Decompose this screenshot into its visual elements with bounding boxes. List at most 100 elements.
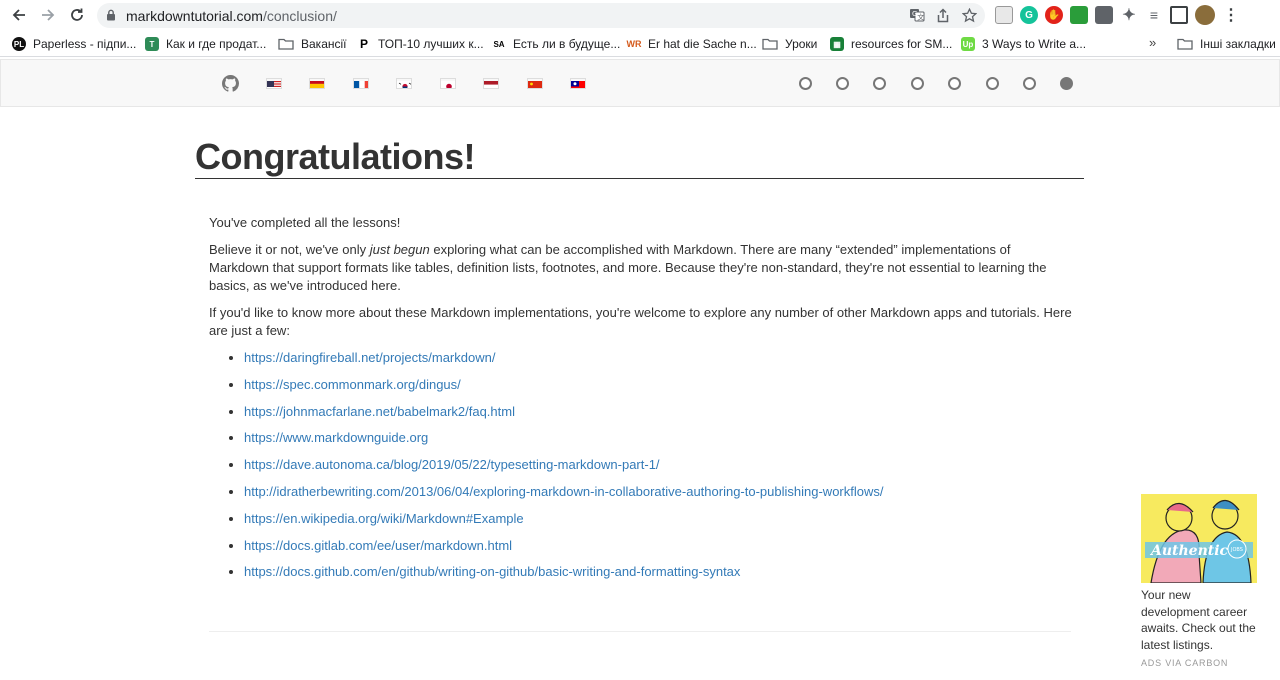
address-bar[interactable]: markdowntutorial.com/conclusion/ 文G [97,3,985,28]
link-autonoma[interactable]: https://dave.autonoma.ca/blog/2019/05/22… [244,457,660,472]
green-extension-icon[interactable] [1070,6,1088,24]
resource-links-list: https://daringfireball.net/projects/mark… [244,349,1074,581]
side-panel-icon[interactable] [1170,6,1188,24]
link-wikipedia[interactable]: https://en.wikipedia.org/wiki/Markdown#E… [244,511,524,526]
table-icon: T [145,37,159,51]
ad-image[interactable]: Authentic JOBS [1141,494,1257,583]
fr-flag-icon[interactable] [353,78,369,89]
nl-flag-icon[interactable] [483,78,499,89]
lesson-dot-5[interactable] [948,77,961,90]
lock-icon[interactable] [106,9,116,21]
cn-flag-icon[interactable] [527,78,543,89]
link-idratherbewriting[interactable]: http://idratherbewriting.com/2013/06/04/… [244,484,883,499]
list-item: https://dave.autonoma.ca/blog/2019/05/22… [244,456,1074,474]
lesson-dot-3[interactable] [873,77,886,90]
link-markdownguide[interactable]: https://www.markdownguide.org [244,430,428,445]
emphasis-text: just begun [369,242,430,257]
tw-flag-icon[interactable] [570,78,586,89]
p-icon: P [357,37,371,51]
list-item: https://docs.gitlab.com/ee/user/markdown… [244,537,1074,555]
bookmark-er-hat[interactable]: WR Er hat die Sache n... [627,35,757,53]
carbon-ad[interactable]: Authentic JOBS Your new development care… [1141,494,1261,668]
reading-list-icon[interactable]: ≡ [1145,6,1163,24]
bookmark-paperless[interactable]: PL Paperless - підпи... [12,35,136,53]
other-bookmarks-folder[interactable]: Інші закладки [1177,35,1276,53]
list-item: http://idratherbewriting.com/2013/06/04/… [244,483,1074,501]
list-item: https://daringfireball.net/projects/mark… [244,349,1074,367]
profile-avatar[interactable] [1195,5,1215,25]
list-item: https://en.wikipedia.org/wiki/Markdown#E… [244,510,1074,528]
bookmark-future[interactable]: SA Есть ли в будуще... [492,35,620,53]
paperless-icon: PL [12,37,26,51]
url-path: /conclusion/ [262,8,337,24]
kr-flag-icon[interactable] [396,78,412,89]
bookmark-how-to-sell[interactable]: T Как и где продат... [145,35,266,53]
us-flag-icon[interactable] [266,78,282,89]
site-navbar [0,59,1280,107]
link-commonmark[interactable]: https://spec.commonmark.org/dingus/ [244,377,461,392]
bookmark-label: Paperless - підпи... [33,37,137,51]
share-icon[interactable] [935,7,951,23]
bookmark-top10[interactable]: P ТОП-10 лучших к... [357,35,484,53]
es-flag-icon[interactable] [309,78,325,89]
menu-kebab-icon[interactable]: ⋮ [1222,6,1240,24]
bookmarks-bar: PL Paperless - підпи... T Как и где прод… [0,31,1280,57]
list-item: https://www.markdownguide.org [244,429,1074,447]
extended-paragraph: Believe it or not, we've only just begun… [209,241,1074,295]
lesson-content: You've completed all the lessons! Believ… [209,214,1074,590]
link-github[interactable]: https://docs.github.com/en/github/writin… [244,564,740,579]
lesson-dot-6[interactable] [986,77,999,90]
list-item: https://docs.github.com/en/github/writin… [244,563,1074,581]
wr-icon: WR [626,37,642,51]
link-daringfireball[interactable]: https://daringfireball.net/projects/mark… [244,350,495,365]
svg-text:文: 文 [917,13,924,22]
bookmark-resources[interactable]: ▦ resources for SM... [830,35,952,53]
lesson-dot-4[interactable] [911,77,924,90]
bookmark-folder-lessons[interactable]: Уроки [762,35,817,53]
link-gitlab[interactable]: https://docs.gitlab.com/ee/user/markdown… [244,538,512,553]
screen-extension-icon[interactable] [1095,6,1113,24]
puzzle-icon[interactable]: ✦ [1120,6,1138,24]
bookmark-label: Как и где продат... [166,37,267,51]
page-title: Congratulations! [195,139,1084,179]
browser-toolbar: markdowntutorial.com/conclusion/ 文G G ✋ … [0,0,1280,31]
lesson-dot-2[interactable] [836,77,849,90]
back-button[interactable] [8,4,30,26]
lesson-dot-1[interactable] [799,77,812,90]
svg-text:G: G [912,10,917,18]
sheets-icon: ▦ [830,37,844,51]
forward-button[interactable] [37,4,59,26]
adblock-icon[interactable]: ✋ [1045,6,1063,24]
bookmark-label: Er hat die Sache n... [648,37,757,51]
bookmark-label: ТОП-10 лучших к... [378,37,484,51]
github-icon[interactable] [222,75,239,92]
folder-icon [762,38,778,50]
bookmark-star-icon[interactable] [961,7,977,23]
jp-flag-icon[interactable] [440,78,456,89]
ad-description[interactable]: Your new development career awaits. Chec… [1141,587,1261,653]
folder-icon [1177,38,1193,50]
bookmark-3-ways[interactable]: Up 3 Ways to Write a... [961,35,1086,53]
bookmark-label: Вакансії [301,37,347,51]
ad-badge-text: JOBS [1230,547,1243,553]
link-babelmark[interactable]: https://johnmacfarlane.net/babelmark2/fa… [244,404,515,419]
grammarly-icon[interactable]: G [1020,6,1038,24]
url-host: markdowntutorial.com [126,8,263,24]
more-bookmarks-button[interactable]: » [1149,35,1156,50]
folder-icon [278,38,294,50]
list-item: https://johnmacfarlane.net/babelmark2/fa… [244,403,1074,421]
bookmark-label: Есть ли в будуще... [513,37,621,51]
lesson-dot-8-active[interactable] [1060,77,1073,90]
reload-button[interactable] [66,4,88,26]
lesson-dot-7[interactable] [1023,77,1036,90]
bookmark-folder-vacancies[interactable]: Вакансії [278,35,347,53]
extension-icon[interactable] [995,6,1013,24]
paragraph-text: Believe it or not, we've only [209,242,370,257]
content-divider [209,631,1071,632]
translate-icon[interactable]: 文G [909,7,925,23]
list-item: https://spec.commonmark.org/dingus/ [244,376,1074,394]
url-text[interactable]: markdowntutorial.com/conclusion/ [126,8,337,24]
upwork-icon: Up [961,37,975,51]
ads-via-carbon-link[interactable]: ADS VIA CARBON [1141,658,1261,668]
intro-paragraph: You've completed all the lessons! [209,215,401,230]
